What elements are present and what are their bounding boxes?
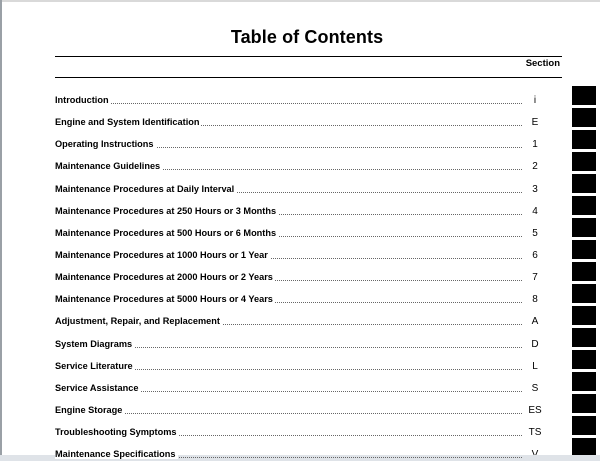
- toc-entry-system-diagrams[interactable]: System Diagrams D: [55, 332, 562, 354]
- toc-entry-service-literature[interactable]: Service Literature L: [55, 354, 562, 376]
- toc-entry-section: D: [531, 338, 539, 350]
- dot-leader: [75, 103, 522, 104]
- toc-entry-1000-hours[interactable]: Maintenance Procedures at 1000 Hours or …: [55, 243, 562, 265]
- toc-entry-section: 6: [532, 249, 538, 261]
- section-tab[interactable]: [572, 394, 596, 413]
- section-tab[interactable]: [572, 284, 596, 303]
- toc-entry-section: 7: [532, 272, 538, 284]
- toc-entry-section: 1: [532, 139, 538, 151]
- toc-entry-section: ES: [528, 404, 542, 416]
- section-tab[interactable]: [572, 130, 596, 149]
- dot-leader: [75, 346, 522, 348]
- toc-entry-section: TS: [528, 427, 542, 439]
- toc-entry-section: E: [531, 117, 539, 129]
- toc-entry-introduction[interactable]: Introduction i: [55, 88, 562, 110]
- toc-entry-label: Engine and System Identification: [55, 117, 202, 128]
- title-rule-bottom: [55, 77, 562, 78]
- top-strip: [0, 0, 600, 2]
- section-tab[interactable]: [572, 262, 596, 281]
- toc-entry-250-hours[interactable]: Maintenance Procedures at 250 Hours or 3…: [55, 199, 562, 221]
- toc-entry-label: Service Assistance: [55, 382, 141, 393]
- dot-leader: [75, 368, 522, 370]
- toc-entry-label: Maintenance Procedures at 500 Hours or 6…: [55, 227, 279, 238]
- toc-entry-label: Troubleshooting Symptoms: [55, 427, 179, 438]
- toc-entry-troubleshooting[interactable]: Troubleshooting Symptoms TS: [55, 420, 562, 442]
- section-tab[interactable]: [572, 306, 596, 325]
- toc-entry-label: Service Literature: [55, 360, 135, 371]
- toc-list: Introduction i Engine and System Identif…: [55, 88, 562, 464]
- toc-entry-label: Operating Instructions: [55, 139, 156, 150]
- toc-entry-label: Introduction: [55, 95, 111, 105]
- section-tab[interactable]: [572, 372, 596, 391]
- toc-entry-500-hours[interactable]: Maintenance Procedures at 500 Hours or 6…: [55, 221, 562, 243]
- page-title: Table of Contents: [230, 27, 384, 47]
- dot-leader: [75, 412, 522, 414]
- toc-entry-label: Maintenance Procedures at 1000 Hours or …: [55, 249, 270, 260]
- section-tab[interactable]: [572, 240, 596, 259]
- toc-entry-adjustment-repair[interactable]: Adjustment, Repair, and Replacement A: [55, 309, 562, 331]
- toc-entry-engine-identification[interactable]: Engine and System Identification E: [55, 110, 562, 132]
- toc-entry-label: Maintenance Specifications: [55, 449, 178, 460]
- toc-entry-section: i: [533, 95, 537, 106]
- section-tab[interactable]: [572, 416, 596, 435]
- section-tab[interactable]: [572, 196, 596, 215]
- toc-entry-label: Maintenance Procedures at 2000 Hours or …: [55, 272, 275, 283]
- toc-entry-section: 5: [532, 227, 538, 239]
- toc-entry-label: Maintenance Procedures at 250 Hours or 3…: [55, 205, 279, 216]
- toc-entry-label: System Diagrams: [55, 338, 135, 349]
- toc-entry-section: 8: [532, 294, 538, 306]
- toc-entry-section: 3: [532, 183, 538, 195]
- toc-entry-section: A: [531, 316, 539, 328]
- toc-entry-section: 4: [532, 205, 538, 217]
- toc-entry-label: Engine Storage: [55, 404, 125, 415]
- toc-entry-section: S: [531, 382, 539, 394]
- toc-entry-section: L: [532, 360, 538, 372]
- section-tab[interactable]: [572, 152, 596, 171]
- section-tab[interactable]: [572, 174, 596, 193]
- page-left-border: [0, 0, 2, 461]
- toc-entry-label: Maintenance Procedures at Daily Interval: [55, 183, 237, 194]
- toc-entry-2000-hours[interactable]: Maintenance Procedures at 2000 Hours or …: [55, 265, 562, 287]
- toc-entry-label: Maintenance Procedures at 5000 Hours or …: [55, 294, 275, 305]
- toc-entry-label: Maintenance Guidelines: [55, 161, 163, 172]
- dot-leader: [75, 390, 522, 392]
- section-tab[interactable]: [572, 350, 596, 369]
- title-rule-top: [55, 56, 562, 57]
- section-column-header: Section: [525, 58, 560, 69]
- section-tab[interactable]: [572, 328, 596, 347]
- toc-entry-daily-interval[interactable]: Maintenance Procedures at Daily Interval…: [55, 177, 562, 199]
- section-tab[interactable]: [572, 218, 596, 237]
- section-tab[interactable]: [572, 108, 596, 127]
- toc-entry-label: Adjustment, Repair, and Replacement: [55, 316, 222, 327]
- toc-entry-section: 2: [532, 161, 538, 173]
- toc-entry-operating-instructions[interactable]: Operating Instructions 1: [55, 132, 562, 154]
- toc-entry-service-assistance[interactable]: Service Assistance S: [55, 376, 562, 398]
- toc-entry-5000-hours[interactable]: Maintenance Procedures at 5000 Hours or …: [55, 287, 562, 309]
- toc-entry-maintenance-guidelines[interactable]: Maintenance Guidelines 2: [55, 154, 562, 176]
- section-tab[interactable]: [572, 86, 596, 105]
- toc-entry-engine-storage[interactable]: Engine Storage ES: [55, 398, 562, 420]
